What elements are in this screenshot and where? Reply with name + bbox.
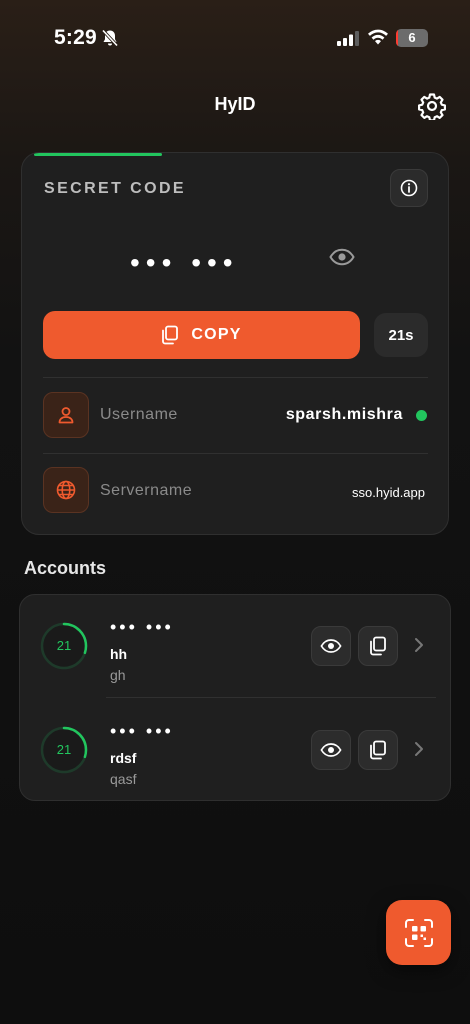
account-code: ••• ••• xyxy=(110,721,174,741)
account-issuer: qasf xyxy=(110,771,137,787)
account-name: hh xyxy=(110,646,128,662)
account-code: ••• ••• xyxy=(110,617,174,637)
copy-code-button[interactable]: COPY xyxy=(43,311,360,359)
status-time: 5:29 xyxy=(54,26,97,49)
accounts-list: 21 ••• ••• hh gh 21 ••• ••• rdsf qasf xyxy=(19,594,451,801)
servername-value: sso.hyid.app xyxy=(352,485,425,500)
battery-indicator: 6 xyxy=(396,29,428,47)
copy-icon xyxy=(370,740,386,760)
status-bar: 5:29 6 xyxy=(0,0,470,76)
info-button[interactable] xyxy=(390,169,428,207)
battery-level: 6 xyxy=(408,30,416,45)
servername-label: Servername xyxy=(100,482,193,499)
secret-code-card: SECRET CODE ••• ••• COPY 21s Username sp… xyxy=(21,152,449,535)
divider xyxy=(43,377,428,378)
copy-button-label: COPY xyxy=(191,326,242,343)
code-timer: 21s xyxy=(374,313,428,357)
reveal-code-button[interactable] xyxy=(311,626,351,666)
globe-icon xyxy=(56,480,76,500)
username-label: Username xyxy=(100,406,178,423)
username-icon-box xyxy=(43,392,89,438)
online-status-dot xyxy=(416,410,427,421)
account-issuer: gh xyxy=(110,667,126,683)
copy-account-code-button[interactable] xyxy=(358,730,398,770)
account-row[interactable]: 21 ••• ••• rdsf qasf xyxy=(20,699,452,802)
wifi-icon xyxy=(368,29,388,45)
copy-icon xyxy=(162,325,179,345)
countdown-value: 21 xyxy=(56,638,72,653)
divider xyxy=(43,453,428,454)
code-expiry-progress xyxy=(34,153,162,156)
bell-muted-icon xyxy=(101,29,119,47)
servername-icon-box xyxy=(43,467,89,513)
secret-code-label: SECRET CODE xyxy=(44,180,186,197)
gear-icon[interactable] xyxy=(418,92,446,120)
eye-icon xyxy=(320,743,342,757)
accounts-heading: Accounts xyxy=(24,558,107,578)
eye-icon xyxy=(320,639,342,653)
copy-account-code-button[interactable] xyxy=(358,626,398,666)
reveal-code-button[interactable] xyxy=(311,730,351,770)
qr-scan-icon xyxy=(404,918,433,947)
account-name: rdsf xyxy=(110,750,137,766)
account-row[interactable]: 21 ••• ••• hh gh xyxy=(20,595,452,698)
divider xyxy=(106,697,436,698)
info-icon xyxy=(400,179,418,197)
chevron-right-icon[interactable] xyxy=(412,636,426,654)
app-title: HyID xyxy=(214,94,256,114)
cellular-signal-icon xyxy=(337,31,359,46)
scan-qr-button[interactable] xyxy=(386,900,451,965)
user-icon xyxy=(58,407,74,424)
chevron-right-icon[interactable] xyxy=(412,740,426,758)
username-value: sparsh.mishra xyxy=(285,406,403,423)
countdown-value: 21 xyxy=(56,742,72,757)
eye-icon[interactable] xyxy=(328,245,356,269)
secret-code-value: ••• ••• xyxy=(130,247,239,278)
copy-icon xyxy=(370,636,386,656)
